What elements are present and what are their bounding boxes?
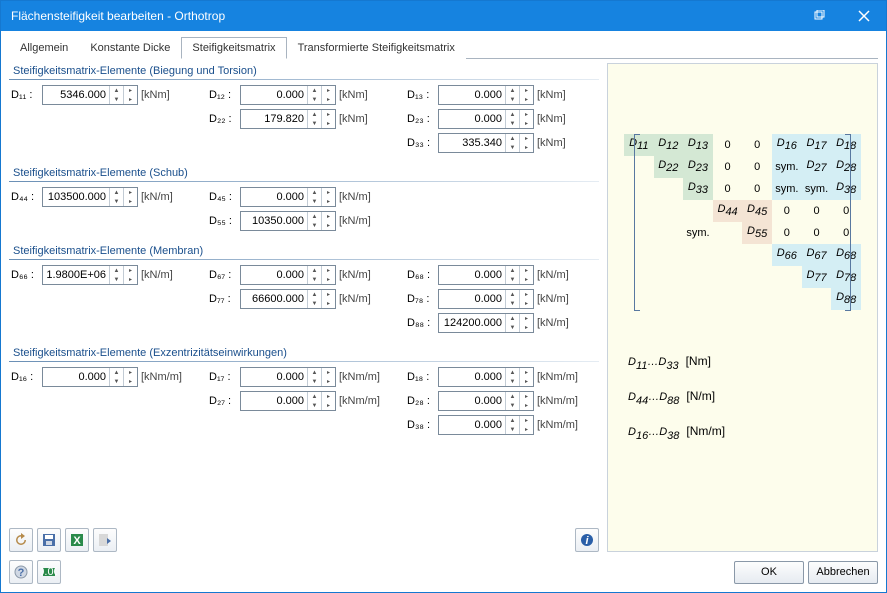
lbl-d27: D₂₇ : — [209, 395, 237, 407]
window-title: Flächensteifigkeit bearbeiten - Orthotro… — [11, 9, 796, 23]
lbl-d68: D₆₈ : — [407, 269, 435, 281]
lbl-d66: D₆₆ : — [11, 269, 39, 281]
lbl-d45: D₄₅ : — [209, 191, 237, 203]
lbl-d11: D₁₁ : — [11, 89, 39, 101]
lbl-d18: D₁₈ : — [407, 371, 435, 383]
tab-allgemein[interactable]: Allgemein — [9, 37, 79, 59]
svg-text:0.00: 0.00 — [41, 566, 57, 578]
lbl-d12: D₁₂ : — [209, 89, 237, 101]
lbl-d17: D₁₇ : — [209, 371, 237, 383]
tab-bar: Allgemein Konstante Dicke Steifigkeitsma… — [9, 37, 878, 59]
input-d23[interactable]: ▲▼▸▸ — [438, 109, 534, 129]
input-d45[interactable]: ▲▼▸▸ — [240, 187, 336, 207]
svg-text:?: ? — [18, 567, 25, 579]
lbl-d78: D₇₈ : — [407, 293, 435, 305]
reset-icon[interactable] — [9, 528, 33, 552]
ok-button[interactable]: OK — [734, 561, 804, 584]
input-d27[interactable]: ▲▼▸▸ — [240, 391, 336, 411]
info-icon[interactable]: i — [575, 528, 599, 552]
input-d38[interactable]: ▲▼▸▸ — [438, 415, 534, 435]
group-ecc-title: Steifigkeitsmatrix-Elemente (Exzentrizit… — [9, 345, 599, 361]
lbl-d13: D₁₃ : — [407, 89, 435, 101]
input-d77[interactable]: ▲▼▸▸ — [240, 289, 336, 309]
group-shear: Steifigkeitsmatrix-Elemente (Schub) D₄₄ … — [9, 165, 599, 237]
input-d18[interactable]: ▲▼▸▸ — [438, 367, 534, 387]
input-d88[interactable]: ▲▼▸▸ — [438, 313, 534, 333]
legend-1: D11…D33 [Nm] — [628, 354, 711, 372]
lbl-d33: D₃₃ : — [407, 137, 435, 149]
input-d44[interactable]: ▲▼▸▸ — [42, 187, 138, 207]
svg-text:X: X — [73, 535, 81, 547]
excel-import-icon[interactable] — [93, 528, 117, 552]
legend-3: D16…D38 [Nm/m] — [628, 424, 725, 442]
tab-steifigkeitsmatrix[interactable]: Steifigkeitsmatrix — [181, 37, 286, 59]
lbl-d28: D₂₈ : — [407, 395, 435, 407]
restore-button[interactable] — [796, 1, 841, 31]
input-d11[interactable]: ▲▼▸▸ — [42, 85, 138, 105]
units-icon[interactable]: 0.00 — [37, 560, 61, 584]
group-ecc: Steifigkeitsmatrix-Elemente (Exzentrizit… — [9, 345, 599, 441]
lbl-d23: D₂₃ : — [407, 113, 435, 125]
matrix-preview: D11D12D1300D16D17D18 D22D2300sym.D27D28 … — [607, 63, 878, 552]
tab-konstante-dicke[interactable]: Konstante Dicke — [79, 37, 181, 59]
input-d55[interactable]: ▲▼▸▸ — [240, 211, 336, 231]
group-membrane-title: Steifigkeitsmatrix-Elemente (Membran) — [9, 243, 599, 259]
input-d12[interactable]: ▲▼▸▸ — [240, 85, 336, 105]
input-d78[interactable]: ▲▼▸▸ — [438, 289, 534, 309]
input-d33[interactable]: ▲▼▸▸ — [438, 133, 534, 153]
cancel-button[interactable]: Abbrechen — [808, 561, 878, 584]
group-shear-title: Steifigkeitsmatrix-Elemente (Schub) — [9, 165, 599, 181]
dialog-footer: ? 0.00 OK Abbrechen — [1, 556, 886, 592]
input-d17[interactable]: ▲▼▸▸ — [240, 367, 336, 387]
lbl-d16: D₁₆ : — [11, 371, 39, 383]
tab-transformierte[interactable]: Transformierte Steifigkeitsmatrix — [287, 37, 466, 59]
input-d22[interactable]: ▲▼▸▸ — [240, 109, 336, 129]
legend-2: D44…D88 [N/m] — [628, 389, 715, 407]
input-d28[interactable]: ▲▼▸▸ — [438, 391, 534, 411]
titlebar: Flächensteifigkeit bearbeiten - Orthotro… — [1, 1, 886, 31]
lbl-d38: D₃₈ : — [407, 419, 435, 431]
group-bending-title: Steifigkeitsmatrix-Elemente (Biegung und… — [9, 63, 599, 79]
lbl-d67: D₆₇ : — [209, 269, 237, 281]
save-icon[interactable] — [37, 528, 61, 552]
lbl-d55: D₅₅ : — [209, 215, 237, 227]
input-d13[interactable]: ▲▼▸▸ — [438, 85, 534, 105]
input-d66[interactable]: ▲▼▸▸ — [42, 265, 138, 285]
lbl-d22: D₂₂ : — [209, 113, 237, 125]
lbl-d88: D₈₈ : — [407, 317, 435, 329]
input-d68[interactable]: ▲▼▸▸ — [438, 265, 534, 285]
lbl-d77: D₇₇ : — [209, 293, 237, 305]
close-button[interactable] — [841, 1, 886, 31]
input-d16[interactable]: ▲▼▸▸ — [42, 367, 138, 387]
input-d67[interactable]: ▲▼▸▸ — [240, 265, 336, 285]
group-membrane: Steifigkeitsmatrix-Elemente (Membran) D₆… — [9, 243, 599, 339]
lbl-d44: D₄₄ : — [11, 191, 39, 203]
excel-export-icon[interactable]: X — [65, 528, 89, 552]
left-toolbar: X i — [9, 522, 599, 552]
group-bending: Steifigkeitsmatrix-Elemente (Biegung und… — [9, 63, 599, 159]
help-icon[interactable]: ? — [9, 560, 33, 584]
